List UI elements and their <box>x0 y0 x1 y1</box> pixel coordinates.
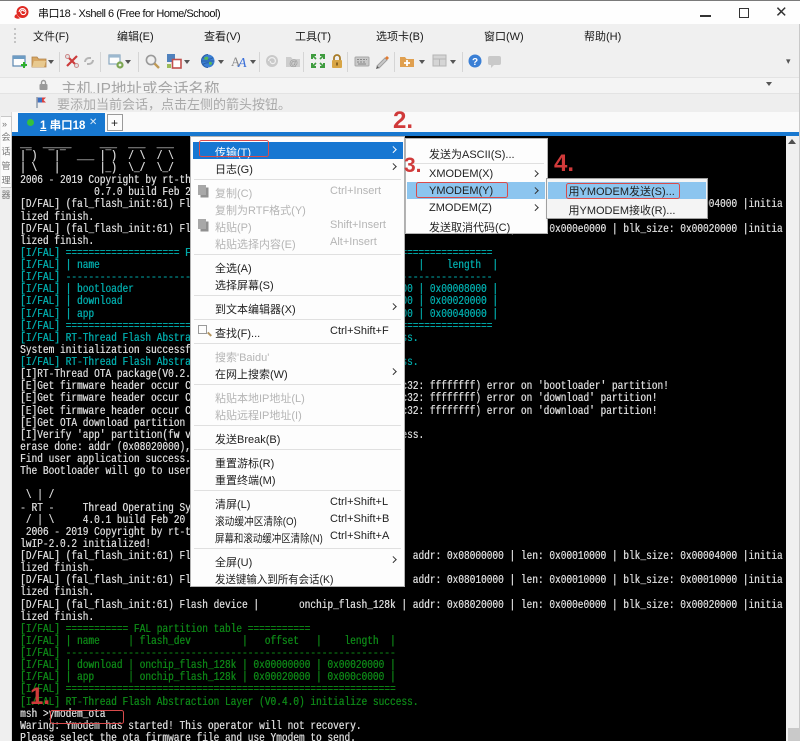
svg-text:A: A <box>237 56 247 71</box>
svg-text:?: ? <box>472 57 478 68</box>
svg-text:@: @ <box>289 58 298 68</box>
